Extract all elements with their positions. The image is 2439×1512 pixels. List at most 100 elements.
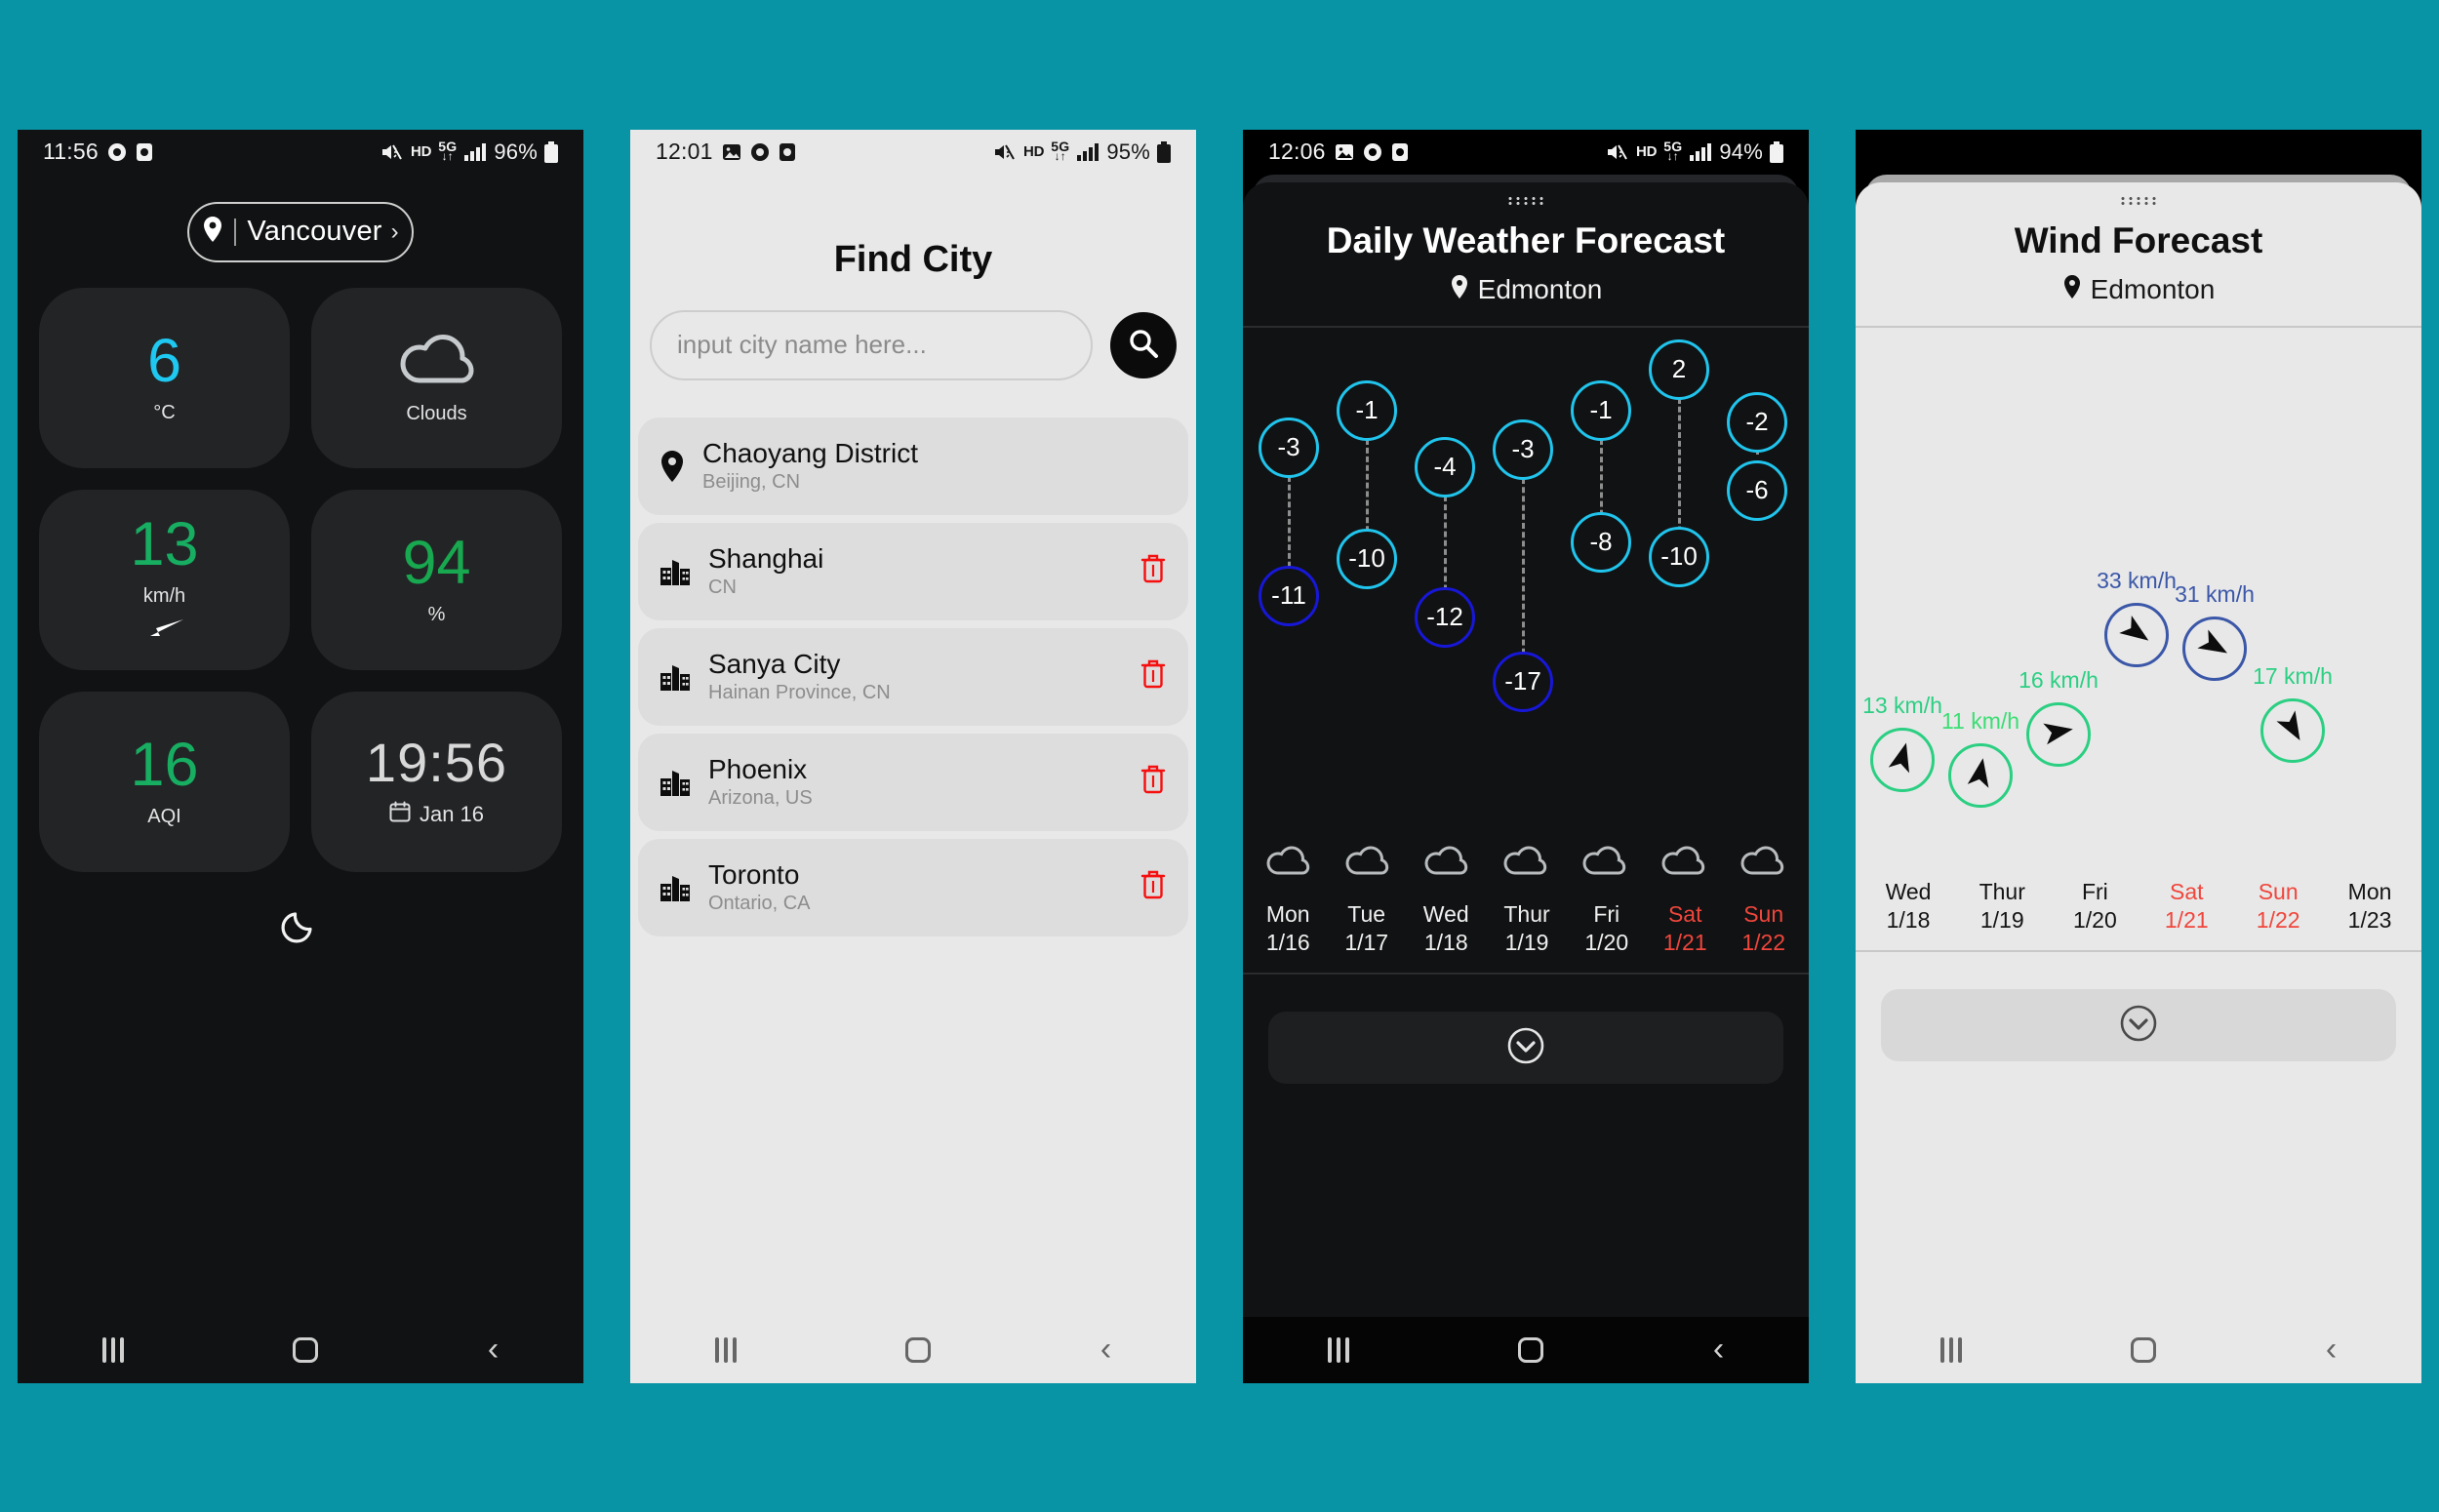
alarm-notification-icon <box>1391 142 1409 162</box>
trash-icon[interactable] <box>1140 764 1167 800</box>
aqi-card[interactable]: 16 AQI <box>39 691 290 872</box>
wind-direction-arrow-icon <box>1967 756 1994 794</box>
battery-icon <box>544 140 558 163</box>
low-temp-bubble: -11 <box>1259 565 1319 626</box>
day-label: Tue 1/17 <box>1344 900 1389 955</box>
battery-icon <box>1157 140 1171 163</box>
chart-column: -4 -12 <box>1407 332 1483 839</box>
humidity-card[interactable]: 94 % <box>311 489 562 670</box>
search-row <box>630 309 1196 380</box>
trash-icon[interactable] <box>1140 658 1167 695</box>
low-temp-bubble: -10 <box>1649 526 1709 587</box>
screenshot-stage: 11:56 HD 5G ↓↑ 96% Vancouver › 6 °C Clou… <box>0 0 2439 1512</box>
wind-unit: km/h <box>142 585 186 607</box>
condition-icons-row <box>1243 845 1809 883</box>
city-region: Hainan Province, CN <box>708 682 891 703</box>
wind-speed-label: 31 km/h <box>2175 580 2255 607</box>
search-button[interactable] <box>1110 311 1177 378</box>
recents-icon[interactable] <box>1327 1336 1349 1363</box>
mute-icon <box>1606 142 1629 162</box>
temperature-card[interactable]: 6 °C <box>39 287 290 468</box>
home-icon[interactable] <box>1518 1336 1544 1363</box>
chevron-right-icon: › <box>390 218 399 245</box>
city-name: Chaoyang District <box>702 438 918 468</box>
weather-card-grid: 6 °C Clouds 13 km/h 94 % 16 AQI 19:56 Ja… <box>39 287 562 872</box>
recents-icon[interactable] <box>101 1336 124 1363</box>
city-name: Phoenix <box>708 754 808 784</box>
day-label: Mon 1/16 <box>1265 900 1310 955</box>
recents-icon[interactable] <box>714 1336 737 1363</box>
wind-speed-label: 11 km/h <box>1940 707 2020 734</box>
home-icon[interactable] <box>293 1336 319 1363</box>
low-temp-bubble: -10 <box>1337 528 1397 589</box>
expand-forecast-button[interactable] <box>1268 1012 1783 1085</box>
day-label: Thur 1/19 <box>1979 878 2025 933</box>
list-item[interactable]: Toronto Ontario, CA <box>638 838 1188 936</box>
status-bar: 12:06 HD 5G ↓↑ 94% <box>1243 129 1809 175</box>
wind-direction-arrow-icon <box>144 617 185 645</box>
city-region: Ontario, CA <box>708 893 811 914</box>
list-item[interactable]: Sanya City Hainan Province, CN <box>638 627 1188 726</box>
moon-icon <box>278 901 323 951</box>
city-selector-button[interactable]: Vancouver › <box>187 201 414 262</box>
back-icon[interactable]: ‹ <box>1100 1333 1111 1366</box>
city-buildings-icon <box>660 768 691 797</box>
home-icon[interactable] <box>2131 1336 2157 1363</box>
back-icon[interactable]: ‹ <box>2326 1333 2337 1366</box>
wind-direction-marker <box>2026 701 2091 767</box>
home-content: Vancouver › 6 °C Clouds 13 km/h 94 % 16 … <box>18 201 583 951</box>
list-item[interactable]: Shanghai CN <box>638 522 1188 620</box>
temperature-value: 6 <box>146 327 182 395</box>
sheet-title: Daily Weather Forecast <box>1326 219 1726 260</box>
phone-wind-forecast-screen: Wind Forecast Edmonton 13 km/h 11 km/h 1… <box>1856 129 2421 1383</box>
expand-forecast-button[interactable] <box>1881 989 2396 1062</box>
alarm-notification-icon <box>779 142 796 162</box>
hd-icon: HD <box>1636 143 1658 160</box>
page-title: Find City <box>833 238 993 280</box>
day-labels-row: Wed 1/18 Thur 1/19 Fri 1/20 Sat 1/21 Sun 1/22… <box>1856 878 2421 935</box>
back-icon[interactable]: ‹ <box>488 1333 499 1366</box>
wind-direction-marker <box>2260 697 2325 763</box>
gallery-notification-icon <box>107 142 127 162</box>
cloud-icon <box>1502 845 1549 883</box>
image-notification-icon <box>722 142 741 162</box>
chart-column: -2 -6 <box>1719 332 1795 839</box>
local-time-value: 19:56 <box>365 731 508 793</box>
home-icon[interactable] <box>905 1336 932 1363</box>
alarm-notification-icon <box>136 142 153 162</box>
list-item[interactable]: Phoenix Arizona, US <box>638 733 1188 831</box>
divider <box>1243 973 1809 975</box>
search-icon <box>1127 327 1160 363</box>
cloud-icon <box>396 330 478 393</box>
list-item[interactable]: Chaoyang District Beijing, CN <box>638 417 1188 515</box>
theme-toggle-button[interactable] <box>39 901 562 951</box>
calendar-icon <box>389 801 411 828</box>
wind-card[interactable]: 13 km/h <box>39 489 290 670</box>
clock-card[interactable]: 19:56 Jan 16 <box>311 691 562 872</box>
search-input[interactable] <box>650 309 1093 380</box>
wind-forecast-sheet: Wind Forecast Edmonton 13 km/h 11 km/h 1… <box>1856 181 2421 1383</box>
trash-icon[interactable] <box>1140 553 1167 589</box>
network-type-icon: 5G ↓↑ <box>1051 138 1070 164</box>
battery-percent: 96% <box>494 139 538 164</box>
humidity-unit: % <box>427 604 446 625</box>
low-temp-bubble: -8 <box>1571 511 1631 573</box>
local-date-row: Jan 16 <box>389 801 484 828</box>
trash-icon[interactable] <box>1140 869 1167 905</box>
condition-card[interactable]: Clouds <box>311 287 562 468</box>
back-icon[interactable]: ‹ <box>1713 1333 1724 1366</box>
wind-direction-marker <box>2104 602 2169 667</box>
cloud-icon <box>1581 845 1628 883</box>
phone-daily-forecast-screen: 12:06 HD 5G ↓↑ 94% Daily Weather Forecast… <box>1243 129 1809 1383</box>
city-buildings-icon <box>660 662 691 692</box>
android-nav-bar: ‹ <box>630 1316 1196 1383</box>
recents-icon[interactable] <box>1939 1336 1962 1363</box>
android-nav-bar: ‹ <box>1243 1316 1809 1383</box>
cloud-icon <box>1739 845 1786 883</box>
sheet-drag-handle[interactable] <box>1856 182 2421 205</box>
sheet-location-name: Edmonton <box>1477 274 1603 304</box>
battery-percent: 94% <box>1719 139 1763 164</box>
temperature-unit: °C <box>153 402 176 423</box>
status-bar <box>1856 129 2421 175</box>
sheet-drag-handle[interactable] <box>1243 182 1809 205</box>
